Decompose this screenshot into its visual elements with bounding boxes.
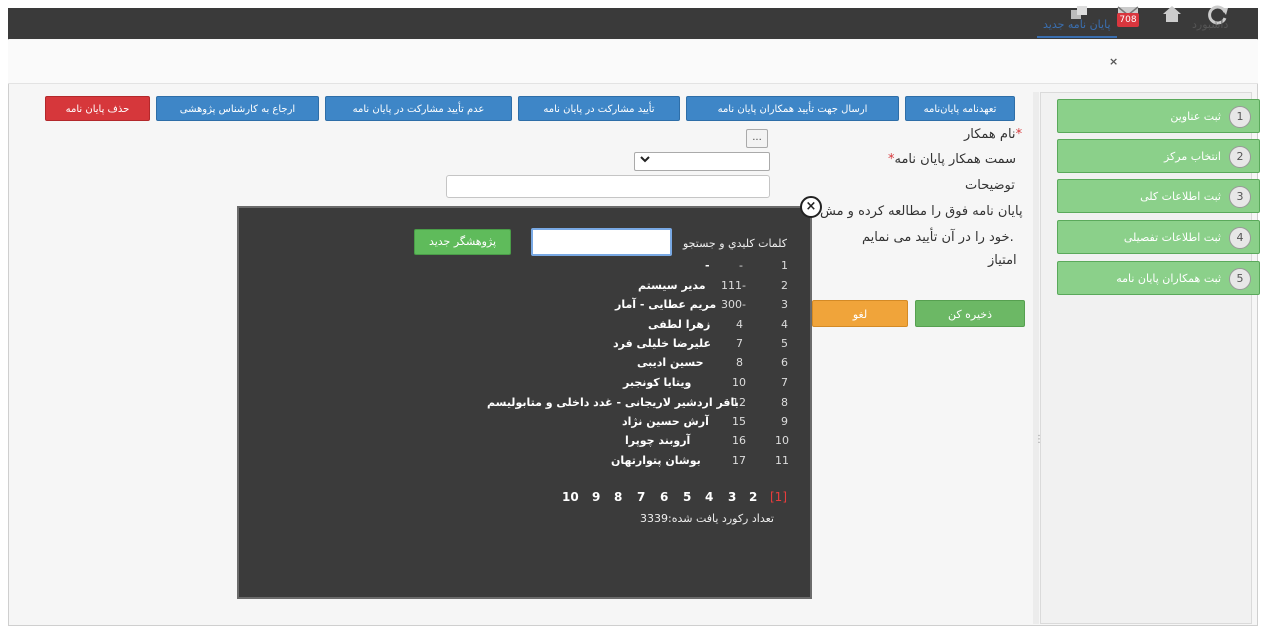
wizard-step-titles[interactable]: 1 ثبت عناوین [1057,99,1260,133]
search-label: کلمات کلیدي و جستجو [683,237,788,250]
notice-line-1: پایان نامه فوق را مطالعه کرده و مش [820,204,1023,219]
row-name[interactable]: علیرضا خلیلی فرد [613,337,711,350]
row-code: 111- [721,279,746,292]
row-index: 9 [781,415,788,428]
chevron-down-icon [639,154,651,167]
wizard-step-center[interactable]: 2 انتخاب مرکز [1057,139,1260,173]
description-field[interactable] [446,175,770,198]
browse-button[interactable]: ... [746,129,768,148]
delete-thesis-button[interactable]: حذف پایان نامه [45,96,150,121]
pager-link[interactable]: 4 [705,490,713,504]
step-number: 1 [1229,106,1251,128]
step-number: 3 [1229,186,1251,208]
row-index: 3 [781,298,788,311]
row-index: 2 [781,279,788,292]
pager-link[interactable]: 2 [749,490,757,504]
wizard-step-general[interactable]: 3 ثبت اطلاعات کلی [1057,179,1260,213]
step-label: ثبت اطلاعات تفصیلی [1123,231,1221,244]
close-icon[interactable]: × [800,196,822,218]
tab-close-icon[interactable]: × [1109,55,1118,68]
row-index: 11 [775,454,789,467]
row-name[interactable]: ویتایا کونجبر [623,376,691,389]
row-code: - [739,259,743,272]
row-name[interactable]: - [705,259,710,272]
record-count: تعداد رکورد یافت شده:3339 [640,512,774,525]
step-label: ثبت عناوین [1170,110,1221,123]
pager-link[interactable]: 7 [637,490,645,504]
step-label: انتخاب مرکز [1163,150,1221,163]
panel-splitter[interactable] [1033,92,1039,624]
wizard-step-collaborators[interactable]: 5 ثبت همکاران پایان نامه [1057,261,1260,295]
thesis-commitment-button[interactable]: تعهدنامه پایان‌نامه [905,96,1015,121]
home-icon[interactable] [1160,4,1184,28]
score-label: امتیاز [988,253,1017,268]
row-name[interactable]: آرش حسین نژاد [622,415,709,428]
approve-participation-button[interactable]: تأیید مشارکت در پایان نامه [518,96,680,121]
reject-participation-button[interactable]: عدم تأیید مشارکت در پایان نامه [325,96,512,121]
row-index: 10 [775,434,789,447]
pager-link[interactable]: 10 [562,490,579,504]
pager-link[interactable]: 6 [660,490,668,504]
pager-link[interactable]: 3 [728,490,736,504]
step-number: 2 [1229,146,1251,168]
row-code: 4 [736,318,743,331]
wizard-step-detail[interactable]: 4 ثبت اطلاعات تفصیلی [1057,220,1260,254]
cancel-button[interactable]: لغو [812,300,908,327]
row-name[interactable]: مدیر سیستم [638,279,706,292]
splitter-handle-icon[interactable]: ⋮ [1034,434,1044,445]
step-number: 4 [1229,227,1251,249]
row-index: 7 [781,376,788,389]
step-label: ثبت همکاران پایان نامه [1116,272,1221,285]
collaborator-role-label: *سمت همکار پایان نامه [888,152,1017,167]
new-researcher-button[interactable]: پژوهشگر جدید [414,229,511,255]
notification-badge: 708 [1117,13,1139,27]
pager-link[interactable]: 8 [614,490,622,504]
send-for-approval-button[interactable]: ارسال جهت تأیید همکاران پایان نامه [686,96,899,121]
collaborator-name-label: نام همکار* [964,127,1023,142]
step-label: ثبت اطلاعات کلی [1140,190,1221,203]
row-name[interactable]: آروبند چوپرا [625,434,690,447]
row-code: 8 [736,356,743,369]
notice-line-2: خود را در آن تأیید می نمایم. [862,230,1014,245]
row-index: 1 [781,259,788,272]
row-name[interactable]: باقر اردشیر لاریجانی - غدد داخلی و متابو… [487,396,739,409]
save-button[interactable]: ذخیره کن [915,300,1025,327]
tab-dashboard[interactable]: داشبورد [1192,12,1228,38]
row-index: 4 [781,318,788,331]
row-code: 10 [732,376,746,389]
row-name[interactable]: زهرا لطفی [648,318,710,331]
row-code: 7 [736,337,743,350]
row-code: 15 [732,415,746,428]
pager-link[interactable]: 9 [592,490,600,504]
tab-new-thesis[interactable]: پایان نامه جدید [1037,12,1117,38]
search-input[interactable] [531,228,672,256]
row-name[interactable]: حسین ادیبی [637,356,704,369]
row-index: 6 [781,356,788,369]
row-name[interactable]: بوشان پتوارتهان [611,454,701,467]
row-name[interactable]: مریم عطایی - آمار [615,298,716,311]
row-code: 300- [721,298,746,311]
pager-current: [1] [770,490,787,504]
row-index: 5 [781,337,788,350]
row-code: 17 [732,454,746,467]
pager-link[interactable]: 5 [683,490,691,504]
refer-to-expert-button[interactable]: ارجاع به کارشناس پژوهشی [156,96,319,121]
row-code: 16 [732,434,746,447]
row-index: 8 [781,396,788,409]
tab-bar [8,40,1258,84]
description-label: توضیحات [965,178,1015,193]
step-number: 5 [1229,268,1251,290]
role-select[interactable] [634,152,770,171]
